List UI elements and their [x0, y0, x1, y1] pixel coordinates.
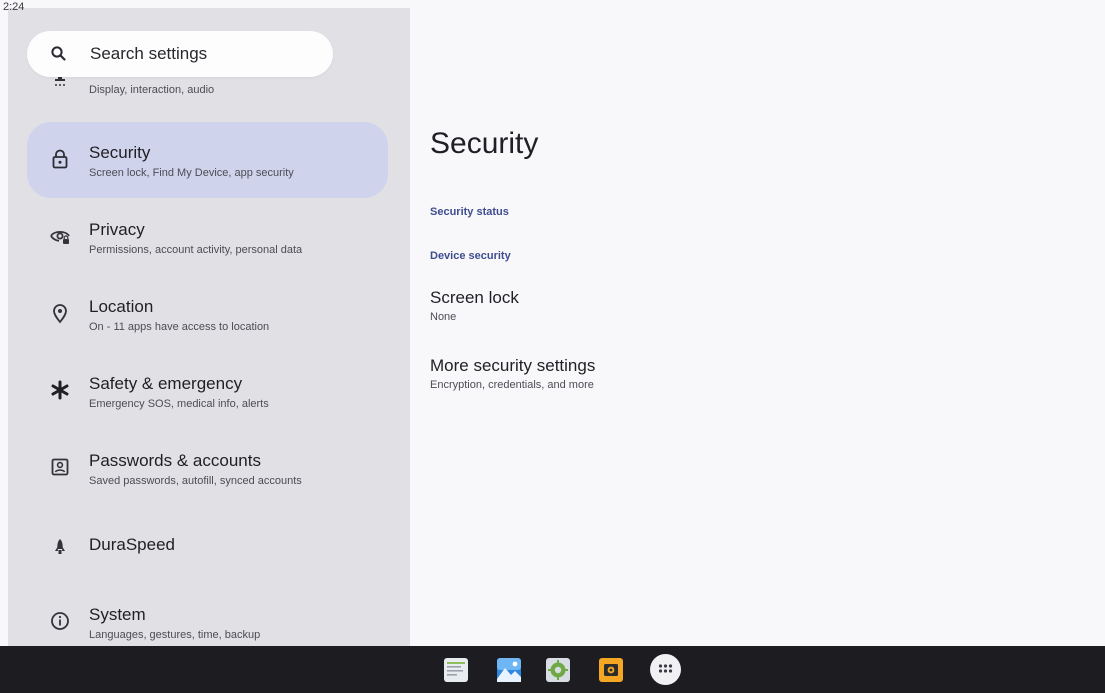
rocket-icon	[49, 537, 71, 559]
sidebar-item-title: Passwords & accounts	[89, 451, 261, 470]
gallery-app-icon[interactable]	[496, 657, 522, 683]
sidebar-item-location[interactable]: Location On - 11 apps have access to loc…	[27, 276, 388, 352]
sidebar-item-security[interactable]: Security Screen lock, Find My Device, ap…	[27, 122, 388, 198]
account-box-icon	[49, 456, 71, 478]
android-settings-app-icon[interactable]	[545, 657, 571, 683]
sidebar-item-title: DuraSpeed	[89, 535, 176, 554]
section-header-device-security: Device security	[430, 250, 511, 262]
more-security-settings-preference[interactable]: More security settings Encryption, crede…	[430, 356, 1070, 402]
preference-title: Screen lock	[430, 288, 519, 307]
sidebar-item-system[interactable]: System Languages, gestures, time, backup	[27, 584, 388, 646]
search-input[interactable]: Search settings	[90, 44, 207, 64]
preference-title: More security settings	[430, 356, 596, 375]
preference-summary: Encryption, credentials, and more	[430, 379, 594, 391]
sidebar-item-subtitle: Saved passwords, autofill, synced accoun…	[89, 475, 302, 487]
app-drawer-icon[interactable]	[650, 654, 681, 685]
sidebar-item-subtitle: Languages, gestures, time, backup	[89, 629, 261, 641]
sidebar-item-duraspeed[interactable]: DuraSpeed	[27, 507, 388, 583]
sidebar-item-title: Security	[89, 143, 151, 162]
privacy-eye-icon	[49, 225, 71, 247]
sidebar-item-title: Safety & emergency	[89, 374, 243, 393]
section-header-security-status: Security status	[430, 206, 509, 218]
lock-icon	[49, 148, 71, 170]
location-pin-icon	[49, 302, 71, 324]
sidebar-item-passwords[interactable]: Passwords & accounts Saved passwords, au…	[27, 430, 388, 506]
notes-app-icon[interactable]	[443, 657, 469, 683]
asterisk-icon	[49, 379, 71, 401]
sidebar-item-privacy[interactable]: Privacy Permissions, account activity, p…	[27, 199, 388, 275]
sidebar-item-title: Location	[89, 297, 154, 316]
preference-summary: None	[430, 311, 457, 323]
sidebar-item-subtitle: Display, interaction, audio	[89, 84, 215, 96]
status-bar-time: 2:24	[3, 1, 25, 13]
security-detail-pane: Security Security status Device security…	[410, 8, 1105, 646]
sidebar-item-subtitle: Emergency SOS, medical info, alerts	[89, 398, 269, 410]
camera-app-icon[interactable]	[598, 657, 624, 683]
page-title: Security	[430, 127, 539, 160]
info-icon	[49, 610, 71, 632]
sidebar-item-subtitle: Permissions, account activity, personal …	[89, 244, 303, 256]
search-icon	[49, 44, 69, 64]
sidebar-item-subtitle: On - 11 apps have access to location	[89, 321, 270, 333]
screen-lock-preference[interactable]: Screen lock None	[430, 288, 1070, 334]
sidebar-item-subtitle: Screen lock, Find My Device, app securit…	[89, 167, 294, 179]
sidebar-item-title: Privacy	[89, 220, 145, 239]
search-settings-bar[interactable]: Search settings	[27, 31, 333, 77]
sidebar-item-title: System	[89, 605, 146, 624]
sidebar-item-safety[interactable]: Safety & emergency Emergency SOS, medica…	[27, 353, 388, 429]
taskbar	[0, 646, 1105, 693]
settings-sidebar: Display, interaction, audio Security Scr…	[8, 8, 410, 646]
